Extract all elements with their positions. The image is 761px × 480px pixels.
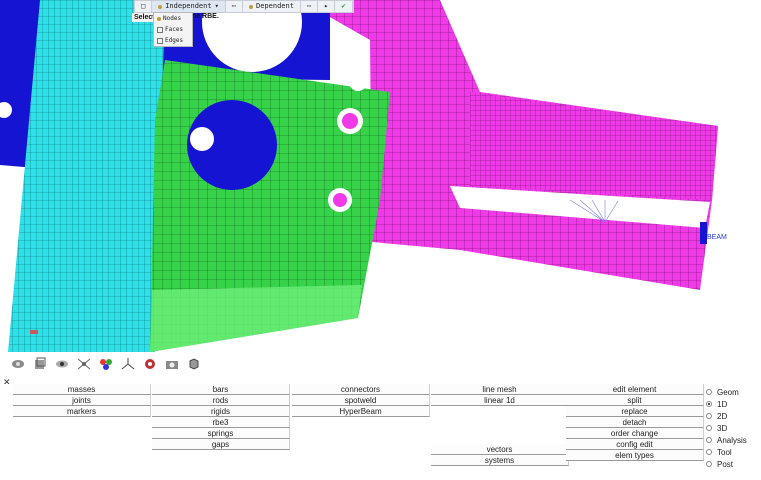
dropdown-item-nodes[interactable]: Nodes — [154, 13, 192, 24]
order-change-button[interactable]: order change — [566, 428, 704, 439]
config-edit-button[interactable]: config edit — [566, 439, 704, 450]
hyperbeam-button[interactable]: HyperBeam — [292, 406, 430, 417]
dropdown-item-faces[interactable]: Faces — [154, 24, 192, 35]
radio-analysis[interactable]: Analysis — [706, 434, 747, 446]
more-options-button[interactable]: ⋯ — [226, 1, 244, 12]
axis-triad — [30, 330, 38, 334]
dropdown-item-edges[interactable]: Edges — [154, 35, 192, 46]
detach-button[interactable]: detach — [566, 417, 704, 428]
beam-label: BEAM — [707, 234, 727, 241]
radio-tool[interactable]: Tool — [706, 446, 747, 458]
masses-button[interactable]: masses — [13, 384, 151, 395]
panel-column-1: masses joints markers — [13, 384, 151, 417]
eye-icon[interactable] — [54, 357, 69, 372]
confirm-check-icon[interactable]: ✔ — [335, 1, 353, 12]
independent-selector[interactable]: Independent ▾ — [152, 1, 226, 12]
hole-magenta — [349, 73, 367, 91]
page-radio-group: Geom 1D 2D 3D Analysis Tool Post — [706, 386, 747, 470]
entity-type-dropdown[interactable]: Nodes Faces Edges — [153, 12, 193, 47]
connectors-button[interactable]: connectors — [292, 384, 430, 395]
box-view-icon[interactable] — [32, 357, 47, 372]
menu-panel: masses joints markers bars rods rigids r… — [0, 384, 761, 480]
radio-1d[interactable]: 1D — [706, 398, 747, 410]
more-options-button-2[interactable]: ⋯ — [301, 1, 319, 12]
radio-2d[interactable]: 2D — [706, 410, 747, 422]
beam-element — [700, 222, 707, 244]
bars-button[interactable]: bars — [152, 384, 290, 395]
elem-types-button[interactable]: elem types — [566, 450, 704, 461]
radio-circle-selected — [706, 401, 712, 407]
camera-icon[interactable] — [164, 357, 179, 372]
spotweld-button[interactable]: spotweld — [292, 395, 430, 406]
systems-button[interactable]: systems — [431, 455, 569, 466]
panel-column-6: edit element split replace detach order … — [566, 384, 704, 461]
find-icon[interactable] — [142, 357, 157, 372]
panel-column-3: connectors spotweld HyperBeam — [292, 384, 430, 417]
panel-column-4: line mesh linear 1d — [431, 384, 569, 406]
spider-icon[interactable] — [76, 357, 91, 372]
graphics-viewport[interactable]: BEAM — [0, 0, 761, 352]
green-fillet — [150, 285, 362, 352]
edit-element-button[interactable]: edit element — [566, 384, 704, 395]
hole-small-2-inner — [333, 193, 347, 207]
magenta-arm-upper — [470, 92, 718, 200]
replace-button[interactable]: replace — [566, 406, 704, 417]
dependent-selector[interactable]: Dependent — [243, 1, 301, 12]
radio-circle — [706, 425, 712, 431]
chevron-down-icon: ▾ — [214, 2, 219, 10]
gaps-button[interactable]: gaps — [152, 439, 290, 450]
play-button[interactable]: ▸ — [318, 1, 336, 12]
line-mesh-button[interactable]: line mesh — [431, 384, 569, 395]
context-bar-icon[interactable]: □ — [135, 1, 153, 12]
cube-icon[interactable] — [186, 357, 201, 372]
panel-column-5: vectors systems — [431, 444, 569, 466]
fe-model-view[interactable] — [0, 0, 761, 352]
radio-circle — [706, 437, 712, 443]
radio-circle — [706, 413, 712, 419]
view-toolbar — [0, 352, 761, 376]
markers-button[interactable]: markers — [13, 406, 151, 417]
node-icon — [157, 16, 161, 21]
panel-column-2: bars rods rigids rbe3 springs gaps — [152, 384, 290, 450]
hole-white — [190, 127, 214, 151]
hole-small-1-inner — [342, 113, 358, 129]
springs-button[interactable]: springs — [152, 428, 290, 439]
edge-icon — [157, 37, 163, 44]
vectors-button[interactable]: vectors — [431, 444, 569, 455]
node-icon — [249, 4, 254, 9]
rigids-button[interactable]: rigids — [152, 406, 290, 417]
joints-button[interactable]: joints — [13, 395, 151, 406]
node-icon — [158, 4, 163, 9]
rbe3-button[interactable]: rbe3 — [152, 417, 290, 428]
linear-1d-button[interactable]: linear 1d — [431, 395, 569, 406]
rods-button[interactable]: rods — [152, 395, 290, 406]
color-wheel-icon[interactable] — [98, 357, 113, 372]
select-hint: ine RBE. — [190, 13, 219, 20]
radio-post[interactable]: Post — [706, 458, 747, 470]
radio-circle — [706, 449, 712, 455]
shaded-view-icon[interactable] — [10, 357, 25, 372]
radio-circle — [706, 461, 712, 467]
split-button[interactable]: split — [566, 395, 704, 406]
radio-geom[interactable]: Geom — [706, 386, 747, 398]
radio-circle — [706, 389, 712, 395]
face-icon — [157, 26, 163, 33]
axis-icon[interactable] — [120, 357, 135, 372]
radio-3d[interactable]: 3D — [706, 422, 747, 434]
